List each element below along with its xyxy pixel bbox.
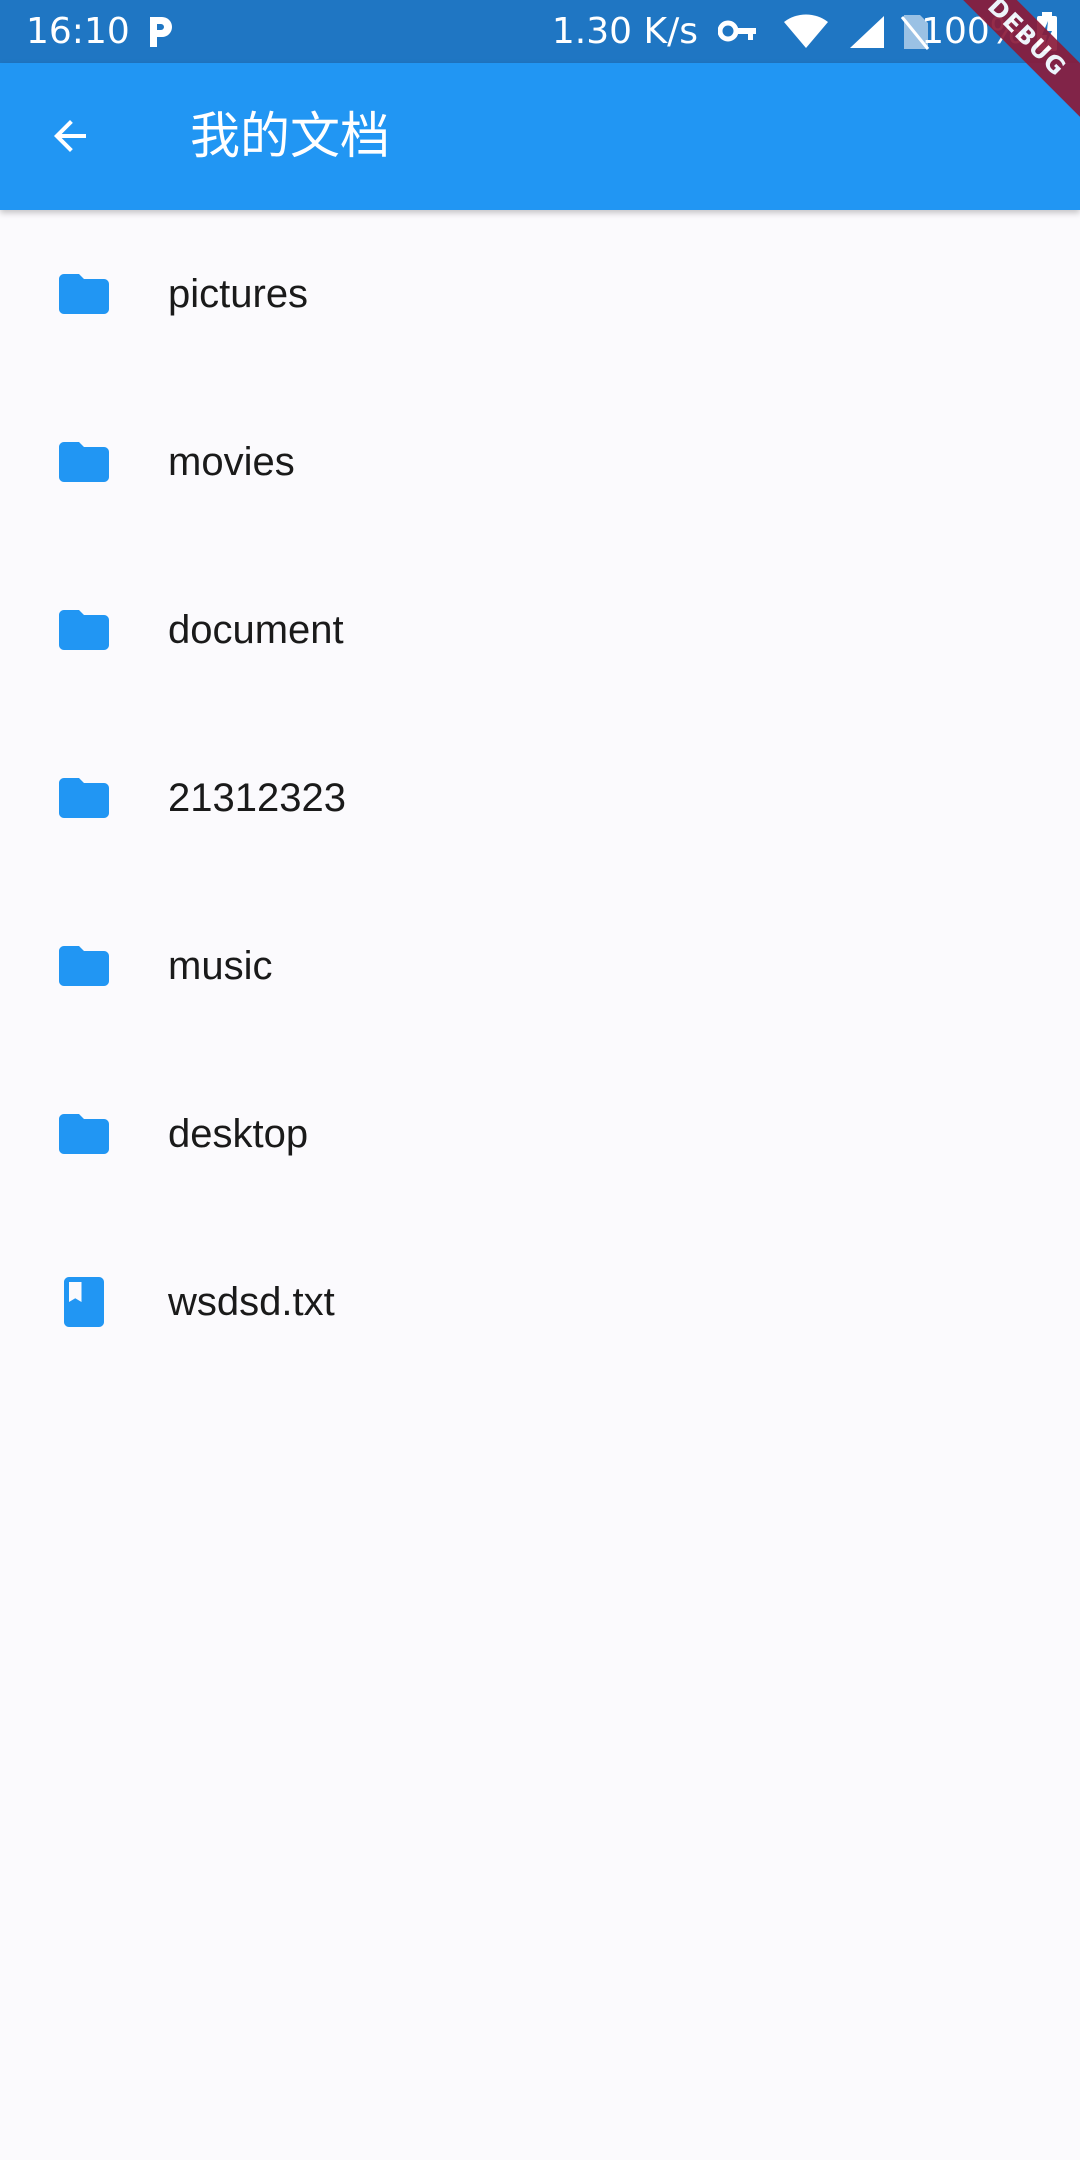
wifi-icon xyxy=(784,14,828,48)
folder-icon xyxy=(54,432,114,492)
folder-icon xyxy=(54,600,114,660)
back-button[interactable] xyxy=(34,100,106,172)
list-item-21312323[interactable]: 21312323 xyxy=(0,714,1080,882)
status-icons: 1.30 K/s 100% xyxy=(0,0,1080,63)
file-name: document xyxy=(168,608,344,652)
folder-icon xyxy=(54,768,114,828)
file-name: music xyxy=(168,944,273,988)
screen: 16:10 1.30 K/s 100% DEBUG 我的文档 pictures … xyxy=(0,0,1080,2160)
list-item-movies[interactable]: movies xyxy=(0,378,1080,546)
arrow-back-icon xyxy=(54,120,86,152)
book-icon xyxy=(54,1272,114,1332)
file-name: movies xyxy=(168,440,295,484)
file-list: pictures movies document 21312323 music xyxy=(0,210,1080,1386)
key-icon xyxy=(718,20,756,42)
list-item-wsdsd-txt[interactable]: wsdsd.txt xyxy=(0,1218,1080,1386)
list-item-pictures[interactable]: pictures xyxy=(0,210,1080,378)
file-name: 21312323 xyxy=(168,776,346,820)
net-speed: 1.30 K/s xyxy=(551,11,698,52)
file-name: wsdsd.txt xyxy=(168,1280,335,1324)
folder-icon xyxy=(54,1104,114,1164)
list-item-document[interactable]: document xyxy=(0,546,1080,714)
folder-icon xyxy=(54,264,114,324)
file-name: pictures xyxy=(168,272,309,316)
app-bar: 我的文档 xyxy=(0,63,1080,210)
list-item-desktop[interactable]: desktop xyxy=(0,1050,1080,1218)
page-title: 我的文档 xyxy=(190,107,390,165)
list-item-music[interactable]: music xyxy=(0,882,1080,1050)
status-bar: 16:10 1.30 K/s 100% xyxy=(0,0,1080,63)
file-name: desktop xyxy=(168,1112,309,1156)
folder-icon xyxy=(54,936,114,996)
signal-icon xyxy=(850,16,884,48)
